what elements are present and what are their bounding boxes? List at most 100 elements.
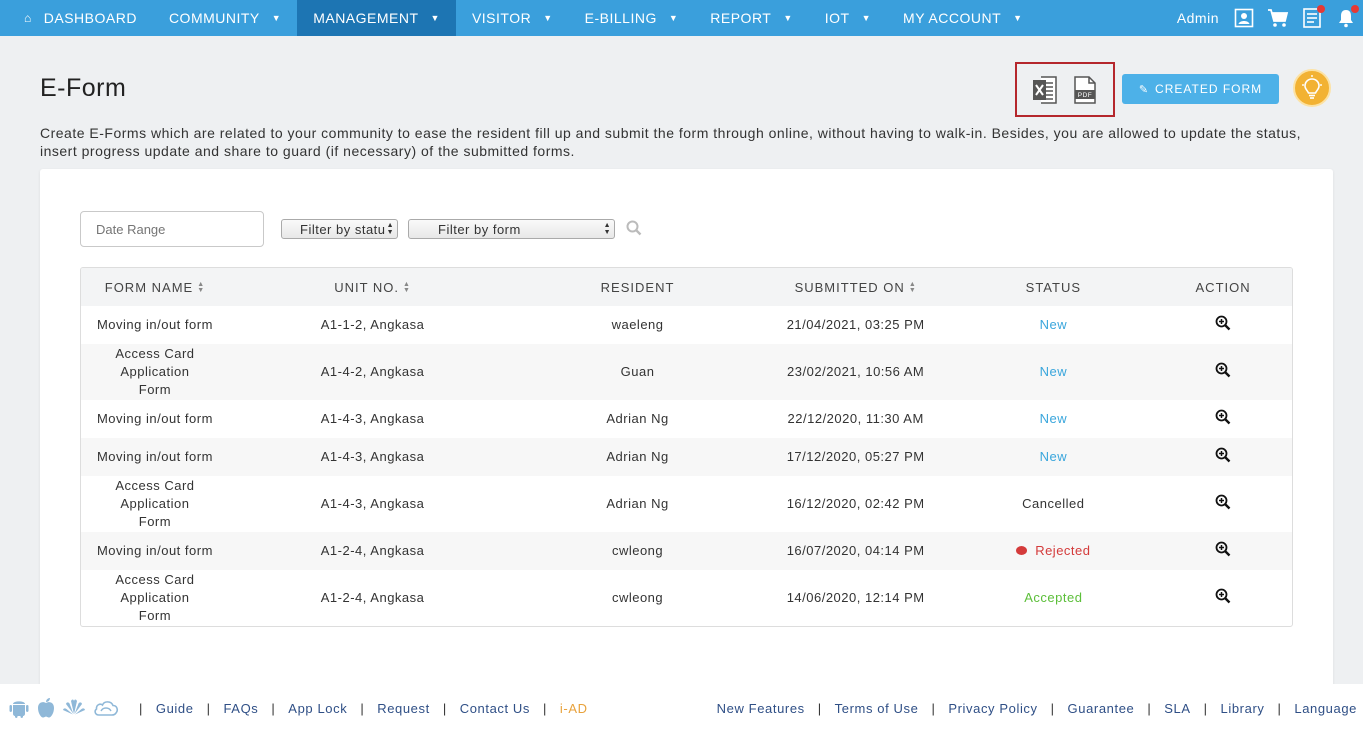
notification-badge	[1351, 5, 1359, 13]
table-row: Moving in/out form A1-4-3, Angkasa Adrian …	[81, 400, 1292, 438]
cell-form-name: Moving in/out form	[96, 411, 213, 426]
view-zoom-icon[interactable]	[1215, 588, 1231, 604]
date-range-input[interactable]	[80, 211, 264, 247]
filter-status-label: Filter by statu	[300, 221, 386, 237]
caret-down-icon: ▼	[543, 13, 553, 23]
footer-separator: |	[271, 700, 276, 716]
profile-icon[interactable]	[1233, 7, 1255, 29]
footer-link-guarantee[interactable]: Guarantee	[1068, 701, 1135, 716]
cell-status: Rejected	[953, 532, 1155, 570]
footer-right-links: New Features | Terms of Use | Privacy Policy…	[717, 684, 1357, 732]
nav-community[interactable]: COMMUNITY ▼	[153, 0, 297, 36]
footer-link-contact-us[interactable]: Contact Us	[460, 701, 530, 716]
table-row: Access Card Application Form A1-4-2, Angk…	[81, 344, 1292, 400]
footer-link-library[interactable]: Library	[1221, 701, 1265, 716]
apple-icon[interactable]	[36, 697, 56, 719]
cell-status: Cancelled	[953, 476, 1155, 532]
cell-resident: Adrian Ng	[606, 411, 669, 426]
footer: | Guide | FAQs | App Lock | Request | Contact Us |…	[0, 684, 1363, 732]
caret-down-icon: ▼	[1013, 13, 1023, 23]
cell-submitted-on: 14/06/2020, 12:14 PM	[786, 590, 925, 605]
nav-my-account[interactable]: MY ACCOUNT ▼	[887, 0, 1039, 36]
footer-link-faqs[interactable]: FAQs	[223, 701, 258, 716]
header-unit-no[interactable]: UNIT NO. ▲ ▼	[229, 268, 516, 306]
nav-visitor[interactable]: VISITOR ▼	[456, 0, 569, 36]
cell-unit-no: A1-2-4, Angkasa	[320, 543, 425, 558]
footer-separator: |	[931, 700, 936, 716]
caret-down-icon: ▼	[783, 13, 793, 23]
cell-submitted-on: 16/07/2020, 04:14 PM	[786, 543, 925, 558]
create-form-button[interactable]: ✎ CREATED FORM	[1122, 74, 1279, 104]
filter-form-select[interactable]: Filter by form ▲ ▼	[408, 219, 615, 239]
footer-link-i-ad[interactable]: i-AD	[560, 701, 588, 716]
footer-link-sla[interactable]: SLA	[1164, 701, 1190, 716]
platform-icons	[8, 697, 126, 719]
nav-label: DASHBOARD	[43, 10, 137, 26]
nav-label: REPORT	[710, 10, 772, 26]
status-label: Rejected	[1035, 543, 1091, 558]
footer-link-terms-of-use[interactable]: Terms of Use	[835, 701, 919, 716]
footer-link-request[interactable]: Request	[377, 701, 430, 716]
footer-link-language[interactable]: Language	[1294, 701, 1357, 716]
footer-separator: |	[360, 700, 365, 716]
page-title: E-Form	[40, 74, 127, 102]
nav-report[interactable]: REPORT ▼	[694, 0, 809, 36]
nav-e-billing[interactable]: E-BILLING ▼	[569, 0, 695, 36]
footer-link-guide[interactable]: Guide	[156, 701, 194, 716]
header-form-name[interactable]: FORM NAME ▲ ▼	[81, 268, 229, 306]
excel-export-icon[interactable]	[1032, 75, 1058, 105]
eform-table: FORM NAME ▲ ▼ UNIT NO. ▲ ▼ RESIDENT SUBMITTE…	[80, 267, 1293, 627]
cart-icon[interactable]	[1267, 7, 1289, 29]
android-icon[interactable]	[8, 697, 30, 719]
table-header-row: FORM NAME ▲ ▼ UNIT NO. ▲ ▼ RESIDENT SUBMITTE…	[81, 268, 1292, 306]
filter-status-select[interactable]: Filter by statu ▲ ▼	[281, 219, 398, 239]
status-label: New	[1039, 449, 1068, 464]
cell-action	[1154, 438, 1292, 476]
cell-status: New	[953, 438, 1155, 476]
status-label: Cancelled	[1022, 496, 1085, 511]
nav-iot[interactable]: IOT ▼	[809, 0, 887, 36]
select-arrows-icon: ▲ ▼	[603, 222, 611, 236]
cell-action	[1154, 400, 1292, 438]
view-zoom-icon[interactable]	[1215, 447, 1231, 463]
view-zoom-icon[interactable]	[1215, 409, 1231, 425]
footer-left-links: | Guide | FAQs | App Lock | Request | Contact Us |…	[126, 701, 588, 716]
huawei-icon[interactable]	[62, 698, 86, 718]
notification-bell-icon[interactable]	[1335, 5, 1359, 29]
view-zoom-icon[interactable]	[1215, 315, 1231, 331]
header-submitted-on[interactable]: SUBMITTED ON ▲ ▼	[759, 268, 953, 306]
status-label: New	[1039, 411, 1068, 426]
svg-text:PDF: PDF	[1078, 92, 1093, 99]
nav-label: MANAGEMENT	[313, 10, 419, 26]
footer-link-new-features[interactable]: New Features	[717, 701, 805, 716]
notes-icon[interactable]	[1301, 5, 1325, 29]
user-name[interactable]: Admin	[1177, 10, 1219, 26]
view-zoom-icon[interactable]	[1215, 362, 1231, 378]
cloud-icon[interactable]	[92, 698, 120, 718]
search-icon[interactable]	[626, 220, 642, 241]
footer-link-privacy-policy[interactable]: Privacy Policy	[948, 701, 1037, 716]
nav-management[interactable]: MANAGEMENT ▼	[297, 0, 456, 36]
select-arrows-icon: ▲ ▼	[386, 222, 394, 236]
comment-icon[interactable]	[1016, 546, 1028, 556]
view-zoom-icon[interactable]	[1215, 541, 1231, 557]
cell-form-name: Access Card Application Form	[115, 346, 195, 397]
nav-label: IOT	[824, 10, 850, 26]
cell-form-name: Moving in/out form	[96, 449, 213, 464]
cell-form-name: Access Card Application Form	[115, 478, 195, 529]
table-row: Access Card Application Form A1-4-3, Angk…	[81, 476, 1292, 532]
cell-unit-no: A1-1-2, Angkasa	[320, 317, 425, 332]
view-zoom-icon[interactable]	[1215, 494, 1231, 510]
nav-dashboard[interactable]: ⌂ DASHBOARD	[0, 0, 153, 36]
cell-resident: Adrian Ng	[606, 496, 669, 511]
pdf-export-icon[interactable]: PDF	[1072, 75, 1098, 105]
lightbulb-icon[interactable]	[1293, 69, 1331, 107]
cell-unit-no: A1-4-3, Angkasa	[320, 449, 425, 464]
header-status: STATUS	[1025, 279, 1082, 295]
cell-form-name: Moving in/out form	[96, 543, 213, 558]
caret-down-icon: ▼	[271, 13, 282, 23]
footer-separator: |	[206, 700, 211, 716]
footer-link-app-lock[interactable]: App Lock	[288, 701, 347, 716]
cell-resident: Adrian Ng	[606, 449, 669, 464]
caret-down-icon: ▼	[430, 13, 440, 23]
